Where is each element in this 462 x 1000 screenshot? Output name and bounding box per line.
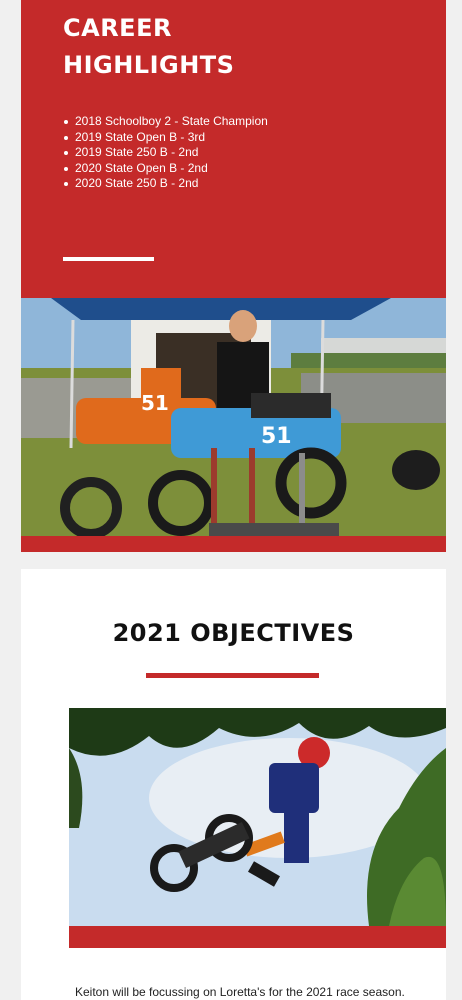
highlight-item: 2020 State Open B - 2nd <box>63 161 268 177</box>
bike-left-number: 51 <box>141 391 169 415</box>
career-title-line2: HIGHLIGHTS <box>63 51 235 79</box>
highlights-list: 2018 Schoolboy 2 - State Champion 2019 S… <box>63 114 268 192</box>
career-title-underline <box>63 257 154 261</box>
bike-right-number: 51 <box>261 424 292 449</box>
highlight-item: 2019 State Open B - 3rd <box>63 130 268 146</box>
motocross-jump-photo <box>69 708 446 926</box>
career-title-line1: CAREER <box>63 14 172 42</box>
career-highlights-card: CAREER HIGHLIGHTS 2018 Schoolboy 2 - Sta… <box>21 0 446 552</box>
highlight-item: 2018 Schoolboy 2 - State Champion <box>63 114 268 130</box>
objectives-body-text: Keiton will be focussing on Loretta's fo… <box>75 985 405 999</box>
objectives-title-underline <box>146 673 319 678</box>
highlight-item: 2020 State 250 B - 2nd <box>63 176 268 192</box>
objectives-card: 2021 OBJECTIVES Keiton will be focussing… <box>21 569 446 1000</box>
photo-accent-bar <box>69 926 446 948</box>
career-highlights-title: CAREER HIGHLIGHTS <box>63 10 234 84</box>
highlight-item: 2019 State 250 B - 2nd <box>63 145 268 161</box>
rider-with-bikes-photo: 51 51 <box>21 298 446 536</box>
objectives-title: 2021 OBJECTIVES <box>112 619 355 647</box>
